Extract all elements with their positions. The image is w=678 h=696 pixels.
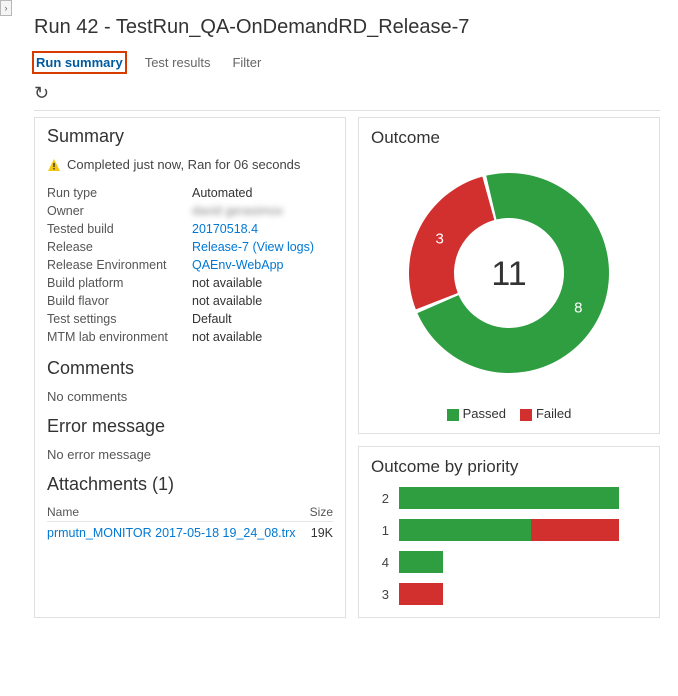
field-key: Build platform [47,274,192,292]
release-env-link[interactable]: QAEnv-WebApp [192,258,283,272]
donut-label: 3 [436,230,444,247]
field-value: Default [192,310,333,328]
outcome-donut-chart: 8 3 11 [371,158,647,388]
priority-bar-chart: 2 1 4 3 [371,487,647,605]
field-key: Build flavor [47,292,192,310]
att-col-name: Name [47,505,79,519]
panel-expander[interactable]: › [0,0,12,16]
legend-passed: Passed [447,406,506,421]
summary-heading: Summary [47,126,333,147]
priority-row: 2 [371,487,647,509]
summary-fields: Run typeAutomated Ownerdavid gerasimov T… [47,184,333,346]
priority-label: 4 [371,555,389,570]
status-text: Completed just now, Ran for 06 seconds [67,157,300,172]
warning-icon [47,158,61,172]
donut-slice-failed [409,177,494,310]
priority-bar [399,519,619,541]
refresh-icon[interactable]: ↻ [34,83,49,104]
attachments-header: Name Size [47,505,333,522]
summary-panel: Summary Completed just now, Ran for 06 s… [34,117,346,618]
comments-text: No comments [47,389,333,404]
field-key: Run type [47,184,192,202]
field-value: not available [192,328,333,346]
attachments-heading: Attachments (1) [47,474,333,495]
bar-seg-passed [399,519,531,541]
field-key: Owner [47,202,192,220]
field-key: Release [47,238,192,256]
release-link[interactable]: Release-7 (View logs) [192,240,314,254]
priority-row: 4 [371,551,647,573]
page-title: Run 42 - TestRun_QA-OnDemandRD_Release-7 [34,16,660,39]
priority-heading: Outcome by priority [371,457,647,477]
field-key: Test settings [47,310,192,328]
priority-bar [399,583,443,605]
outcome-panel: Outcome 8 3 11 Passed Failed [358,117,660,434]
tab-bar: Run summary Test results Filter [34,53,660,73]
legend-failed: Failed [520,406,571,421]
attachment-row: prmutn_MONITOR 2017-05-18 19_24_08.trx 1… [47,526,333,540]
att-col-size: Size [310,505,333,519]
donut-label: 8 [574,300,582,317]
tab-test-results[interactable]: Test results [143,53,213,72]
field-key: MTM lab environment [47,328,192,346]
priority-label: 1 [371,523,389,538]
field-value: not available [192,292,333,310]
priority-row: 1 [371,519,647,541]
comments-heading: Comments [47,358,333,379]
attachment-size: 19K [311,526,333,540]
tab-run-summary[interactable]: Run summary [34,53,125,72]
divider [34,110,660,111]
bar-seg-passed [399,487,619,509]
field-key: Release Environment [47,256,192,274]
outcome-legend: Passed Failed [371,406,647,421]
error-heading: Error message [47,416,333,437]
field-value: not available [192,274,333,292]
attachment-link[interactable]: prmutn_MONITOR 2017-05-18 19_24_08.trx [47,526,296,540]
owner-value: david gerasimov [192,204,283,218]
error-text: No error message [47,447,333,462]
priority-label: 3 [371,587,389,602]
tab-filter[interactable]: Filter [230,53,263,72]
priority-label: 2 [371,491,389,506]
priority-panel: Outcome by priority 2 1 4 3 [358,446,660,618]
bar-seg-failed [531,519,619,541]
bar-seg-passed [399,551,443,573]
field-key: Tested build [47,220,192,238]
bar-seg-failed [399,583,443,605]
outcome-heading: Outcome [371,128,647,148]
chevron-right-icon: › [5,3,8,13]
tested-build-link[interactable]: 20170518.4 [192,222,258,236]
priority-bar [399,487,619,509]
priority-row: 3 [371,583,647,605]
priority-bar [399,551,443,573]
status-line: Completed just now, Ran for 06 seconds [47,157,333,172]
field-value: Automated [192,184,333,202]
donut-total: 11 [491,255,526,293]
